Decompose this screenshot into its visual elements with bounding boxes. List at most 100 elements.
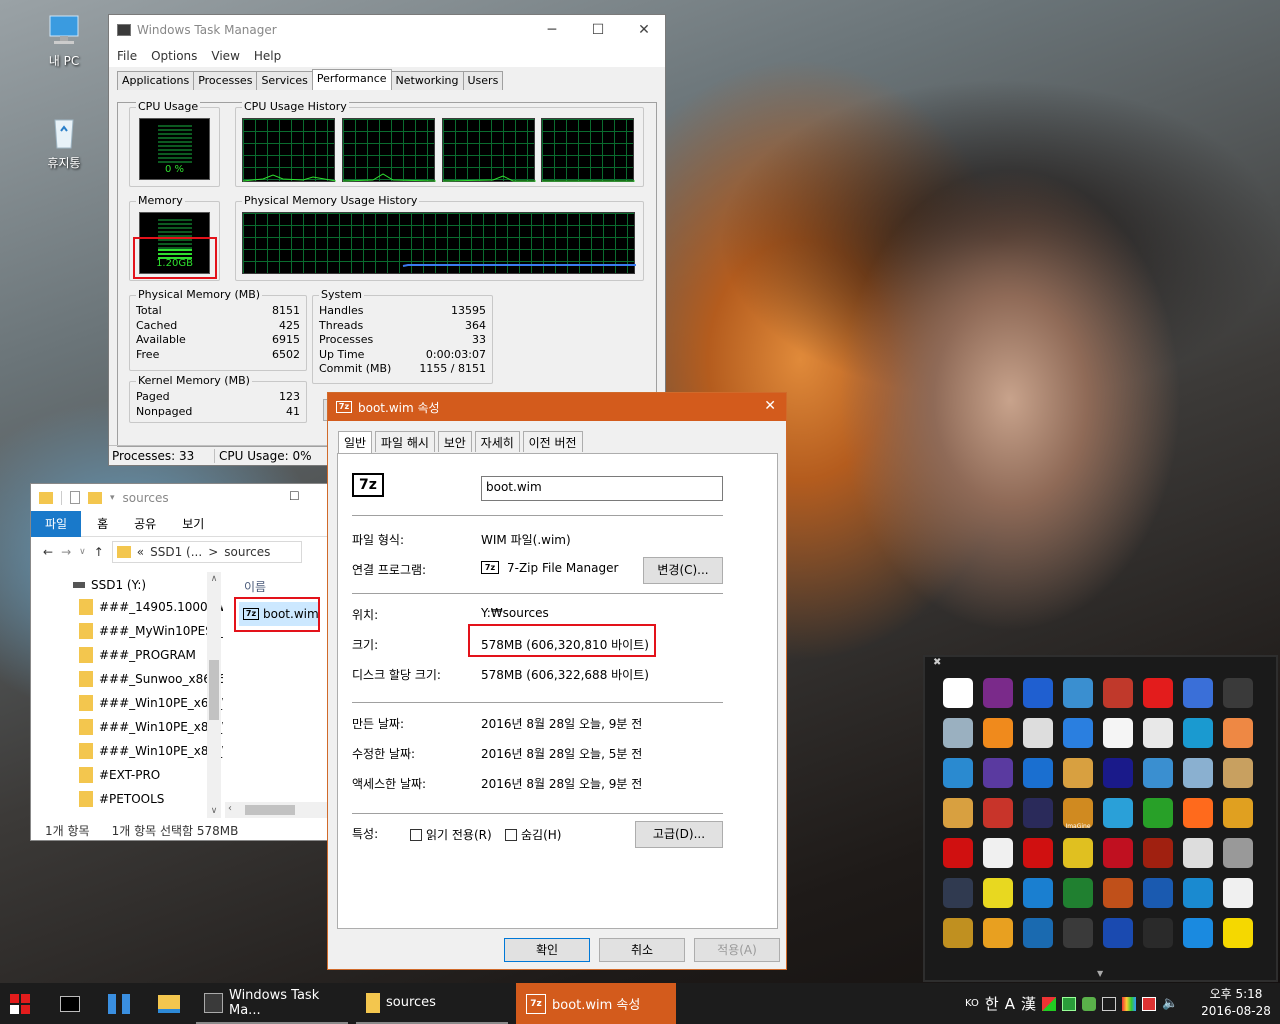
tree-item-folder[interactable]: ###_Win10PE_x86_\	[79, 743, 223, 759]
address-separator[interactable]: >	[208, 545, 218, 559]
tray-app-icon[interactable]	[1081, 996, 1096, 1011]
readonly-checkbox[interactable]: 읽기 전용(R)	[410, 826, 492, 843]
tree-item-folder[interactable]: ###_PROGRAM	[79, 647, 196, 663]
camera-icon[interactable]	[1023, 718, 1053, 748]
tray-app-icon[interactable]	[1141, 996, 1156, 1011]
checkbox-box[interactable]	[505, 828, 517, 841]
apply-button[interactable]: 적용(A)	[694, 938, 780, 962]
checkbox-box[interactable]	[410, 828, 422, 841]
close-button[interactable]: ✕	[764, 398, 776, 414]
tree-item-folder[interactable]: ###_14905.1000_W	[79, 599, 223, 615]
1d-app-icon[interactable]	[1023, 918, 1053, 948]
tab-services[interactable]: Services	[256, 71, 313, 90]
tray-app-icon[interactable]	[1041, 996, 1056, 1011]
drive-tool-icon[interactable]	[943, 718, 973, 748]
file-explorer-button[interactable]	[158, 983, 180, 1024]
anydesk-icon[interactable]	[1143, 678, 1173, 708]
calculator-icon[interactable]	[983, 838, 1013, 868]
tab-general[interactable]: 일반	[338, 431, 373, 455]
title-bar[interactable]: ▾ sources ☐	[31, 484, 327, 511]
imagine-icon[interactable]: ImaGine	[1063, 798, 1093, 830]
address-crumb-drive[interactable]: SSD1 (...	[150, 545, 202, 559]
pencil-icon[interactable]	[983, 918, 1013, 948]
properties-quick-icon[interactable]	[70, 491, 80, 504]
properties-dialog[interactable]: 7z boot.wim 속성 ✕ 일반 파일 해시 보안 자세히 이전 버전 7…	[327, 392, 787, 970]
launcher-close-icon[interactable]: ✖	[933, 657, 941, 668]
minimize-button[interactable]: ─	[529, 15, 575, 45]
taskbar-item-task-manager[interactable]: Windows Task Ma...	[196, 983, 348, 1024]
a-app-icon[interactable]	[1183, 678, 1213, 708]
photo-app-icon[interactable]	[1143, 838, 1173, 868]
new-folder-quick-icon[interactable]	[88, 491, 102, 504]
vertical-scrollbar[interactable]: ∧ ∨	[207, 572, 221, 818]
tree-item-drive[interactable]: SSD1 (Y:)	[73, 578, 146, 592]
feather-app-icon[interactable]	[1023, 798, 1053, 828]
tree-item-folder[interactable]: ###_Win10PE_x64_\	[79, 695, 223, 711]
command-prompt-button[interactable]	[60, 983, 80, 1024]
close-button[interactable]: ✕	[621, 15, 667, 45]
tree-item-folder[interactable]: #PETOOLS	[79, 791, 164, 807]
aomei-icon[interactable]	[1063, 678, 1093, 708]
ime-hanja-indicator[interactable]: 漢	[1021, 993, 1036, 1014]
taskbar-item-properties[interactable]: 7z boot.wim 속성	[516, 983, 676, 1024]
tab-users[interactable]: Users	[462, 71, 504, 90]
recycle-bin-icon[interactable]	[1223, 838, 1253, 868]
filename-input[interactable]: boot.wim	[481, 476, 723, 501]
wizard-hat-icon[interactable]	[943, 878, 973, 908]
tab-performance[interactable]: Performance	[311, 69, 392, 90]
hdd-icon[interactable]	[1223, 758, 1253, 788]
cube-app-icon[interactable]	[1103, 838, 1133, 868]
disc-icon[interactable]	[1063, 758, 1093, 788]
utorrent-icon[interactable]	[1143, 798, 1173, 828]
maximize-button[interactable]: ☐	[289, 489, 300, 503]
volume-2-icon[interactable]	[1103, 918, 1133, 948]
kakaotalk-icon[interactable]	[1223, 918, 1253, 948]
clock[interactable]: 오후 5:18 2016-08-28	[1200, 986, 1272, 1020]
swirl-app-icon[interactable]	[1183, 718, 1213, 748]
taskbar-item-sources[interactable]: sources	[356, 983, 508, 1024]
on-app-icon[interactable]	[1183, 798, 1213, 828]
play-icon[interactable]	[1183, 918, 1213, 948]
drop-app-icon[interactable]	[1063, 918, 1093, 948]
network-button[interactable]	[108, 983, 130, 1024]
word-icon[interactable]	[1143, 878, 1173, 908]
network-share-icon[interactable]	[1103, 798, 1133, 828]
tab-file-hash[interactable]: 파일 해시	[374, 431, 435, 452]
start-button[interactable]	[10, 983, 30, 1024]
up-arrow-icon[interactable]: ↑	[94, 545, 104, 559]
tab-previous-versions[interactable]: 이전 버전	[522, 431, 583, 452]
tab-security[interactable]: 보안	[437, 431, 472, 452]
monitor-app-icon[interactable]	[1223, 678, 1253, 708]
tree-item-folder[interactable]: ###_Win10PE_x86_\	[79, 719, 223, 735]
winrar-icon[interactable]	[983, 678, 1013, 708]
cloud-app-icon[interactable]	[1223, 878, 1253, 908]
ribbon-tab-view[interactable]: 보기	[182, 515, 204, 532]
umbrella-app-icon[interactable]	[983, 798, 1013, 828]
address-bar[interactable]: « SSD1 (... > sources	[111, 541, 302, 563]
tab-applications[interactable]: Applications	[117, 71, 195, 90]
aimp-icon[interactable]	[1143, 918, 1173, 948]
hangul-icon[interactable]	[1023, 878, 1053, 908]
palette-app-icon[interactable]	[1223, 718, 1253, 748]
tray-app-icon[interactable]	[1061, 996, 1076, 1011]
tab-networking[interactable]: Networking	[390, 71, 464, 90]
display-icon[interactable]	[1103, 758, 1133, 788]
horizontal-scrollbar[interactable]: ‹	[225, 802, 327, 818]
g-app-icon[interactable]	[983, 718, 1013, 748]
package-icon[interactable]	[1103, 678, 1133, 708]
cpuz-icon[interactable]	[983, 758, 1013, 788]
pdf-icon[interactable]	[983, 878, 1013, 908]
language-indicator[interactable]: KO	[965, 998, 979, 1009]
7zip-icon[interactable]	[943, 678, 973, 708]
excel-icon[interactable]	[1063, 878, 1093, 908]
address-overflow[interactable]: «	[137, 545, 144, 559]
maximize-button[interactable]: ☐	[575, 15, 621, 45]
ime-width-indicator[interactable]: A	[1005, 995, 1015, 1013]
menu-options[interactable]: Options	[151, 49, 197, 63]
chrome-icon[interactable]	[1223, 798, 1253, 828]
r-app-icon[interactable]	[943, 918, 973, 948]
phone-app-icon[interactable]	[1183, 758, 1213, 788]
tab-details[interactable]: 자세히	[474, 431, 520, 452]
bird-app-icon[interactable]	[1143, 718, 1173, 748]
launcher-scroll-icon[interactable]: ▼	[1097, 969, 1103, 978]
